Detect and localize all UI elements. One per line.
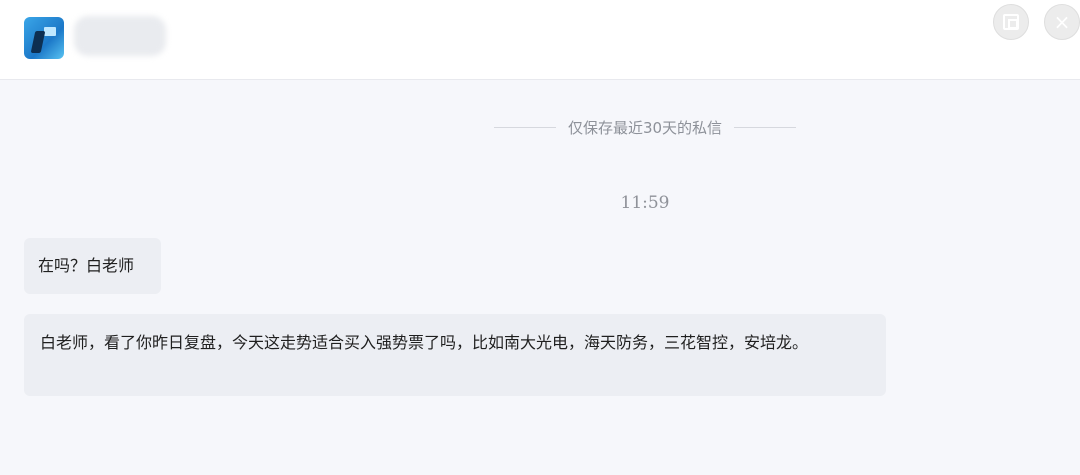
notice-text: 仅保存最近30天的私信 [567,118,723,137]
screenshot-button[interactable] [993,4,1029,40]
message-text: 在吗？白老师 [38,256,135,275]
avatar-flag-shape [44,27,56,36]
message-bubble[interactable]: 白老师，看了你昨日复盘，今天这走势适合买入强势票了吗，比如南大光电，海天防务，三… [24,314,886,396]
close-button[interactable]: × [1044,4,1080,40]
screenshot-icon [1003,14,1019,30]
username-blurred [74,16,166,56]
notice-divider-left [493,126,556,128]
notice-divider-right [734,126,797,128]
app-avatar-icon[interactable] [24,17,64,59]
message-timestamp: 11:59 [620,193,670,213]
retention-notice: 仅保存最近30天的私信 [480,116,810,138]
avatar-figure-shape [30,31,46,53]
message-text: 白老师，看了你昨日复盘，今天这走势适合买入强势票了吗，比如南大光电，海天防务，三… [40,333,809,352]
chat-header: × [0,0,1080,80]
message-bubble[interactable]: 在吗？白老师 [24,238,161,294]
close-icon: × [1053,10,1071,34]
